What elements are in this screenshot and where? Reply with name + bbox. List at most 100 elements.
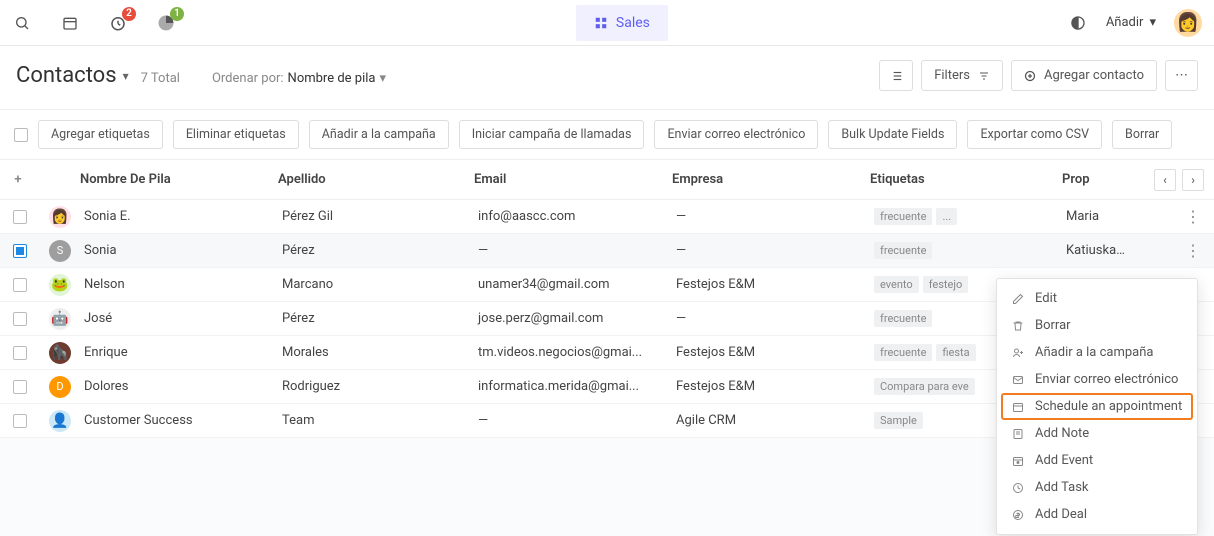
note-icon [1011,428,1025,440]
row-checkbox[interactable] [13,380,27,394]
col-tags[interactable]: Etiquetas [866,172,1058,187]
menu-item-add-note[interactable]: Add Note [997,420,1197,447]
row-checkbox[interactable] [13,210,27,224]
menu-item-schedule-an-appointment[interactable]: Schedule an appointment [1001,393,1193,420]
tag-chip: frecuente [874,208,932,225]
subbar-left: Contactos ▾ 7 Total Ordenar por: Nombre … [16,63,386,88]
filters-button[interactable]: Filters [921,60,1003,91]
contact-avatar: S [49,240,71,262]
chart-icon[interactable]: 1 [156,13,176,33]
add-column-button[interactable]: + [0,172,36,187]
cell-company: Agile CRM [672,413,870,428]
col-name[interactable]: Nombre De Pila [76,172,274,187]
col-lastname[interactable]: Apellido [274,172,470,187]
tag-chip: ... [936,208,957,225]
cell-name: Sonia [80,243,278,258]
row-checkbox[interactable] [13,244,27,258]
cell-email: info@aascc.com [474,209,672,224]
search-icon[interactable] [12,13,32,33]
chart-badge: 1 [170,7,184,21]
sales-tab[interactable]: Sales [576,5,668,41]
contact-avatar: 🐸 [49,274,71,296]
menu-item-label: Add Note [1035,426,1089,441]
bulk-action-button[interactable]: Eliminar etiquetas [173,120,299,149]
cell-lastname: Morales [278,345,474,360]
caret-down-icon: ▾ [1149,15,1156,30]
row-checkbox[interactable] [13,278,27,292]
menu-item-add-deal[interactable]: Add Deal [997,501,1197,528]
table-row[interactable]: 👩 Sonia E.Pérez Gilinfo@aascc.com— frecuen… [0,200,1214,234]
menu-item-label: Add Task [1035,480,1089,495]
bulk-action-button[interactable]: Iniciar campaña de llamadas [459,120,645,149]
cell-company: — [672,209,870,224]
table-header: + Nombre De Pila Apellido Email Empresa … [0,160,1214,200]
menu-item-añadir-a-la-campaña[interactable]: Añadir a la campaña [997,339,1197,366]
cell-email: jose.perz@gmail.com [474,311,672,326]
cell-lastname: Pérez Gil [278,209,474,224]
bulk-action-button[interactable]: Agregar etiquetas [38,120,163,149]
theme-icon[interactable] [1068,13,1088,33]
cell-name: Dolores [80,379,278,394]
sort-value: Nombre de pila [288,71,376,86]
row-context-menu: EditBorrar Añadir a la campaña Enviar corr… [996,278,1198,535]
col-email[interactable]: Email [470,172,668,187]
cell-company: — [672,243,870,258]
subbar: Contactos ▾ 7 Total Ordenar por: Nombre … [0,46,1214,110]
menu-item-enviar-correo-electrónico[interactable]: Enviar correo electrónico [997,366,1197,393]
user-avatar[interactable]: 👩 [1174,9,1202,37]
bulk-action-button[interactable]: Borrar [1112,120,1172,149]
cell-email: — [474,413,672,428]
add-contact-button[interactable]: Agregar contacto [1011,60,1157,91]
topbar-right: Añadir ▾ 👩 [1068,9,1202,37]
page-title-text: Contactos [16,63,117,88]
edit-icon [1011,293,1025,305]
menu-item-label: Añadir a la campaña [1035,345,1154,360]
menu-item-edit[interactable]: Edit [997,285,1197,312]
topbar: 2 1 Sales Añadir ▾ 👩 [0,0,1214,46]
row-checkbox[interactable] [13,312,27,326]
bulk-action-button[interactable]: Añadir a la campaña [309,120,449,149]
menu-item-add-task[interactable]: Add Task [997,474,1197,501]
menu-item-borrar[interactable]: Borrar [997,312,1197,339]
add-contact-label: Agregar contacto [1044,68,1144,83]
list-view-button[interactable] [879,60,913,91]
cell-name: Sonia E. [80,209,278,224]
bulk-action-button[interactable]: Enviar correo electrónico [654,120,818,149]
total-count: 7 Total [141,71,180,86]
clock-icon[interactable]: 2 [108,13,128,33]
cell-name: Enrique [80,345,278,360]
table-row[interactable]: SSoniaPérez——frecuenteKatiuska Gu⋮ [0,234,1214,268]
cell-owner: Katiuska Gu [1062,243,1132,258]
calendar-icon[interactable] [60,13,80,33]
menu-item-label: Schedule an appointment [1035,399,1182,414]
bulk-action-button[interactable]: Exportar como CSV [967,120,1102,149]
calendar-icon [1011,401,1025,413]
cell-email: unamer34@gmail.com [474,277,672,292]
cell-company: Festejos E&M [672,277,870,292]
row-checkbox[interactable] [13,414,27,428]
scroll-left-button[interactable]: ‹ [1154,169,1176,191]
row-menu-button[interactable]: ⋮ [1185,207,1200,226]
tag-chip: Compara para eve [874,378,975,395]
cell-company: Festejos E&M [672,345,870,360]
menu-item-add-event[interactable]: Add Event [997,447,1197,474]
user-plus-icon [1011,347,1025,359]
row-checkbox[interactable] [13,346,27,360]
add-dropdown[interactable]: Añadir ▾ [1106,15,1156,30]
bulk-actions-bar: Agregar etiquetas Eliminar etiquetas Añadi… [0,110,1214,160]
contact-avatar: 👤 [49,410,71,432]
scroll-right-button[interactable]: › [1182,169,1204,191]
sort-by[interactable]: Ordenar por: Nombre de pila ▾ [212,71,386,86]
event-icon [1011,455,1025,467]
page-title[interactable]: Contactos ▾ [16,63,129,88]
select-all-checkbox[interactable] [14,128,28,142]
row-menu-button[interactable]: ⋮ [1185,241,1200,260]
contact-avatar: 👩 [49,206,71,228]
col-company[interactable]: Empresa [668,172,866,187]
more-button[interactable]: ⋯ [1165,60,1198,91]
col-owner[interactable]: Prop [1058,172,1128,187]
mail-icon [1011,374,1025,386]
filters-label: Filters [934,68,970,83]
bulk-action-button[interactable]: Bulk Update Fields [828,120,957,149]
sort-label: Ordenar por: [212,71,284,86]
